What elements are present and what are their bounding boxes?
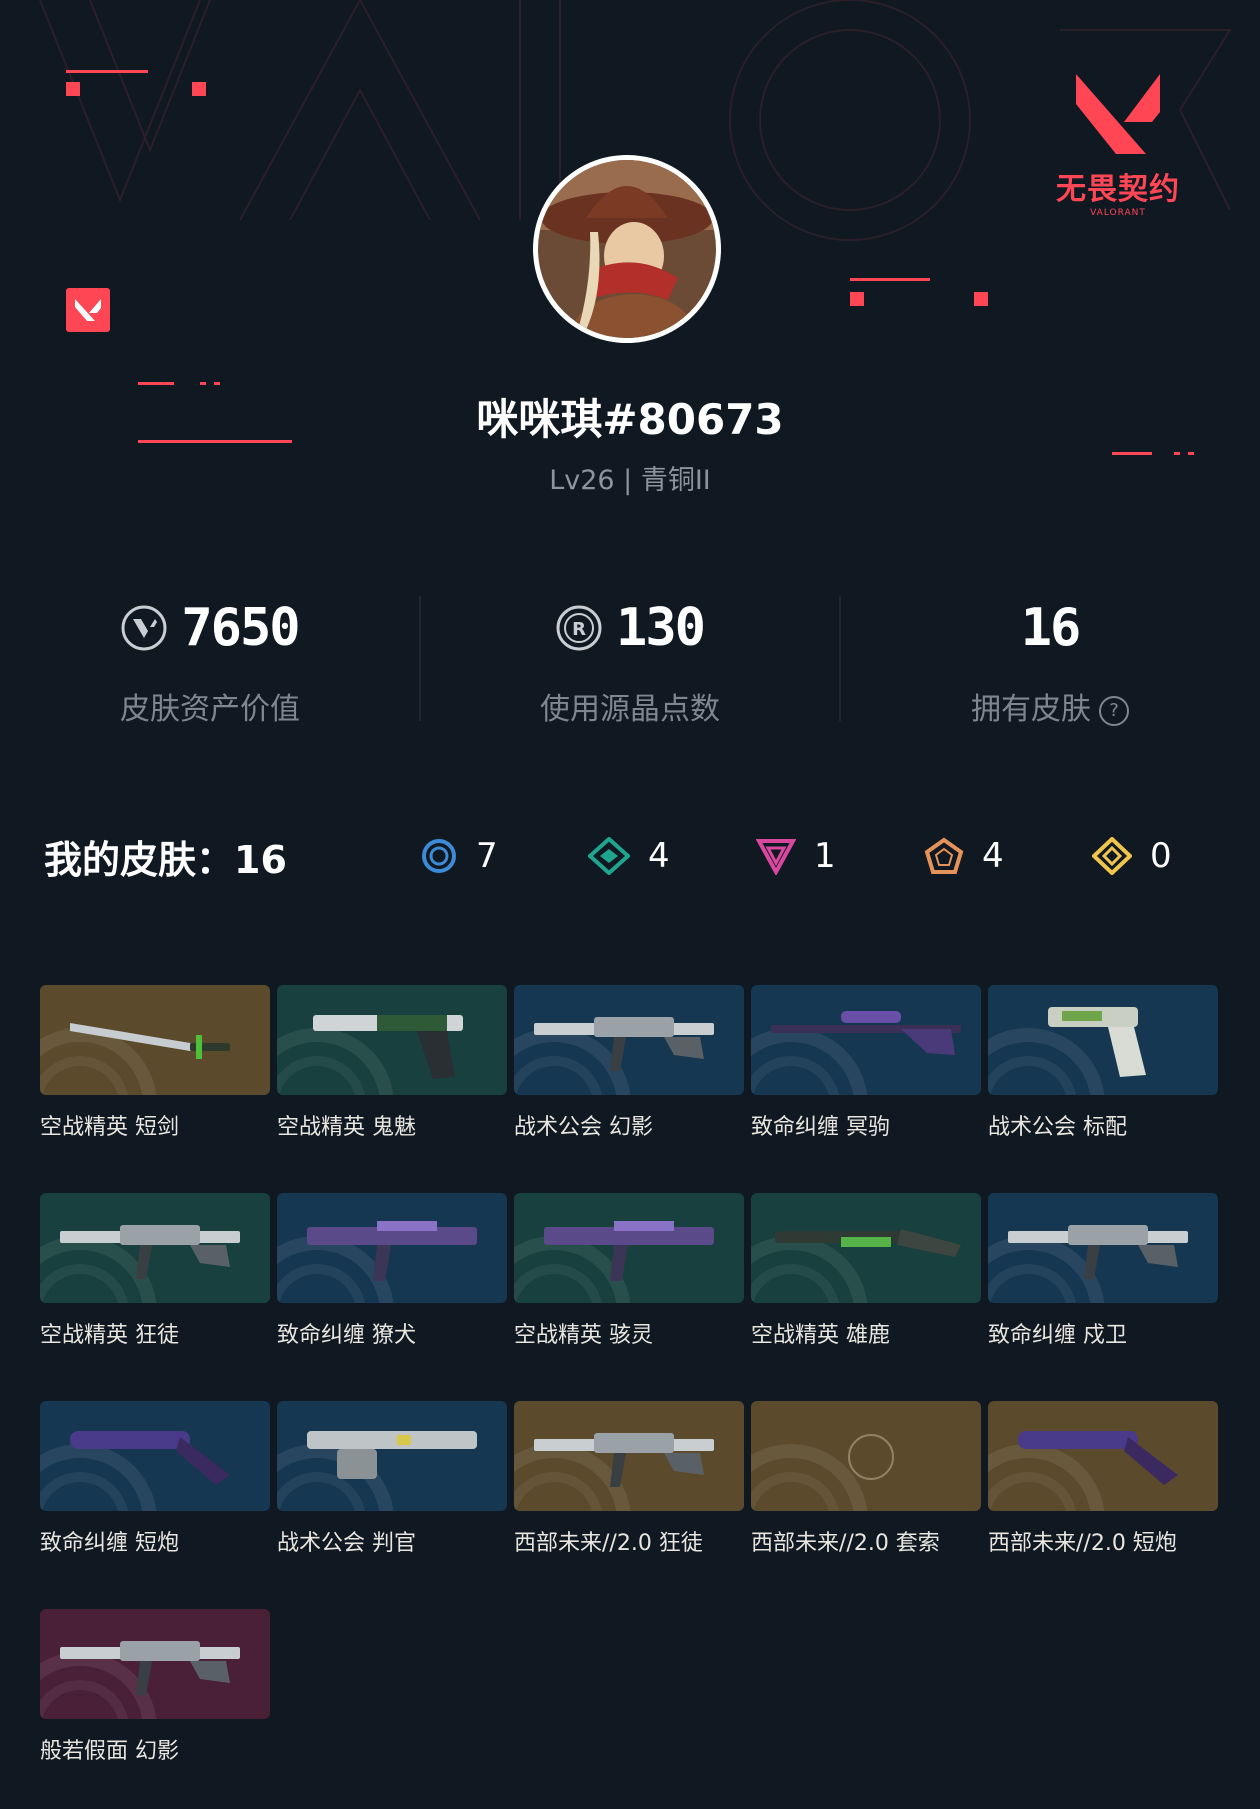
tier-ultra[interactable]: 4 <box>924 836 1092 876</box>
skin-name: 战术公会 标配 <box>988 1115 1127 1140</box>
skin-name: 空战精英 短剑 <box>40 1115 179 1140</box>
skin-image <box>277 1401 507 1511</box>
ultra-tier-icon <box>924 837 964 874</box>
skin-card[interactable]: 战术公会 判官 <box>277 1401 507 1557</box>
skin-card[interactable]: 西部未来//2.0 短炮 <box>988 1401 1218 1557</box>
skin-card[interactable]: 致命纠缠 短炮 <box>40 1401 270 1557</box>
tier-filter: 7 4 1 4 0 <box>420 828 1260 884</box>
skin-image <box>40 985 270 1095</box>
skin-name: 致命纠缠 獠犬 <box>277 1323 416 1348</box>
stat-value: 16 <box>1020 598 1082 658</box>
skin-card[interactable]: 空战精英 短剑 <box>40 985 270 1141</box>
skins-header: 我的皮肤：16 7 4 1 4 0 <box>44 828 1224 884</box>
skin-card[interactable]: 战术公会 标配 <box>988 985 1218 1141</box>
player-name: 咪咪琪#80673 <box>476 395 784 444</box>
avatar-image <box>538 160 716 338</box>
skin-card[interactable]: 空战精英 狂徒 <box>40 1193 270 1349</box>
tier-select[interactable]: 7 <box>420 836 588 876</box>
skin-image <box>277 1193 507 1303</box>
player-level-rank: Lv26 | 青铜II <box>549 465 711 496</box>
tier-exclusive[interactable]: 0 <box>1092 836 1260 876</box>
skin-image <box>988 985 1218 1095</box>
profile-page: 无畏契约 VALORANT 咪咪琪#80673 Lv26 | 青铜II 7650… <box>0 0 1260 1809</box>
skin-card[interactable]: 战术公会 幻影 <box>514 985 744 1141</box>
skin-image <box>988 1401 1218 1511</box>
skin-name: 战术公会 判官 <box>277 1531 416 1556</box>
skin-name: 西部未来//2.0 短炮 <box>988 1531 1177 1556</box>
skin-card[interactable]: 西部未来//2.0 狂徒 <box>514 1401 744 1557</box>
select-tier-icon <box>422 839 456 873</box>
tier-premium[interactable]: 1 <box>756 836 924 876</box>
skin-name: 空战精英 狂徒 <box>40 1323 179 1348</box>
stat-label: 皮肤资产价值 <box>120 692 300 727</box>
skin-card[interactable]: 空战精英 雄鹿 <box>751 1193 981 1349</box>
skin-name: 般若假面 幻影 <box>40 1739 179 1764</box>
skin-image <box>751 1193 981 1303</box>
stat-label: 使用源晶点数 <box>540 692 720 727</box>
skin-card[interactable]: 般若假面 幻影 <box>40 1609 270 1765</box>
stat-value: 7650 <box>181 598 300 658</box>
skin-card[interactable]: 致命纠缠 戍卫 <box>988 1193 1218 1349</box>
skins-title: 我的皮肤：16 <box>44 837 287 882</box>
tier-deluxe[interactable]: 4 <box>588 836 756 876</box>
logo-text: 无畏契约 <box>1056 172 1180 207</box>
skin-image <box>751 1401 981 1511</box>
stat-value: 130 <box>616 598 706 658</box>
skin-image <box>40 1193 270 1303</box>
tier-count: 0 <box>1150 836 1172 876</box>
stat-owned-skins: 16 拥有皮肤? <box>840 590 1260 728</box>
stat-label-text: 拥有皮肤 <box>971 692 1091 727</box>
tier-count: 1 <box>814 836 836 876</box>
tier-count: 4 <box>648 836 670 876</box>
skin-image <box>514 985 744 1095</box>
stat-label: 拥有皮肤? <box>840 684 1260 728</box>
skin-name: 空战精英 雄鹿 <box>751 1323 890 1348</box>
svg-text:R: R <box>572 619 586 640</box>
exclusive-tier-icon <box>1092 837 1132 875</box>
help-icon[interactable]: ? <box>1099 695 1129 726</box>
skin-card[interactable]: 西部未来//2.0 套索 <box>751 1401 981 1557</box>
valorant-badge-icon <box>66 288 110 332</box>
skin-image <box>277 985 507 1095</box>
skin-name: 致命纠缠 冥驹 <box>751 1115 890 1140</box>
valorant-logo: 无畏契约 VALORANT <box>1038 64 1198 218</box>
skin-name: 西部未来//2.0 狂徒 <box>514 1531 703 1556</box>
skin-card[interactable]: 致命纠缠 獠犬 <box>277 1193 507 1349</box>
skin-image <box>514 1401 744 1511</box>
skin-image <box>751 985 981 1095</box>
skin-name: 战术公会 幻影 <box>514 1115 653 1140</box>
skin-card[interactable]: 致命纠缠 冥驹 <box>751 985 981 1141</box>
logo-subtext: VALORANT <box>1090 208 1146 218</box>
skin-name: 致命纠缠 短炮 <box>40 1531 179 1556</box>
premium-tier-icon <box>756 839 796 875</box>
skin-card[interactable]: 空战精英 鬼魅 <box>277 985 507 1141</box>
avatar[interactable] <box>533 155 721 343</box>
skin-image <box>988 1193 1218 1303</box>
skin-image <box>40 1609 270 1719</box>
stat-skin-value: 7650 皮肤资产价值 <box>0 590 420 728</box>
deluxe-tier-icon <box>588 837 630 875</box>
radianite-icon: R <box>556 605 602 651</box>
skin-image <box>514 1193 744 1303</box>
skin-card[interactable]: 空战精英 骇灵 <box>514 1193 744 1349</box>
valorant-v-icon <box>1076 74 1160 154</box>
skin-name: 西部未来//2.0 套索 <box>751 1531 940 1556</box>
tier-count: 4 <box>982 836 1004 876</box>
skin-name: 空战精英 鬼魅 <box>277 1115 416 1140</box>
skin-image <box>40 1401 270 1511</box>
tier-count: 7 <box>476 836 498 876</box>
valorant-points-icon <box>121 605 167 651</box>
skin-name: 致命纠缠 戍卫 <box>988 1323 1127 1348</box>
stats-row: 7650 皮肤资产价值 R 130 使用源晶点数 16 拥有皮肤? <box>0 590 1260 730</box>
stat-radianite: R 130 使用源晶点数 <box>420 590 840 728</box>
skin-name: 空战精英 骇灵 <box>514 1323 653 1348</box>
